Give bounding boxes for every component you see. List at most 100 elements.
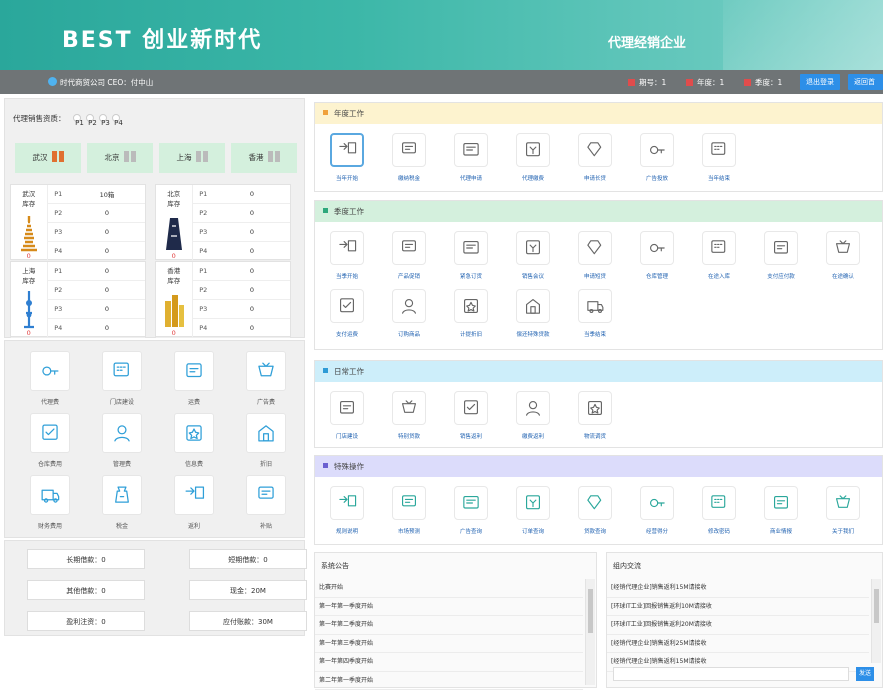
cost-icon [186, 425, 202, 441]
action-daily-4[interactable]: 物流调货 [565, 391, 625, 440]
action-annual-5[interactable]: 广告投放 [627, 133, 687, 182]
action-special-7[interactable]: 商业情报 [751, 486, 811, 535]
action-quarterly-0[interactable]: 当季开始 [317, 231, 377, 280]
cost-item[interactable]: 广告费 [236, 351, 296, 406]
action-annual-0[interactable]: 当年开始 [317, 133, 377, 182]
cost-item[interactable]: 门店建设 [92, 351, 152, 406]
action-annual-4[interactable]: 申请长贷 [565, 133, 625, 182]
info-bar: 时代商贸公司 CEO：付中山 期号：1 年度：1 季度：1 退出登录 返回首页 [0, 70, 883, 102]
city-tab-wuhan[interactable]: 武汉 [15, 143, 81, 173]
cost-item[interactable]: 财务费用 [20, 475, 80, 530]
action-annual-6[interactable]: 当年结束 [689, 133, 749, 182]
action-quarterly-8[interactable]: 在途确认 [813, 231, 873, 280]
stock-value: 0 [69, 280, 145, 301]
action-quarterly-7[interactable]: 支付应付款 [751, 231, 811, 280]
action-special-6[interactable]: 修改密码 [689, 486, 749, 535]
stock-value: 0 [69, 203, 145, 224]
action-daily-1[interactable]: 特别贷款 [379, 391, 439, 440]
action-quarterly-1[interactable]: 产品促销 [379, 231, 439, 280]
home-button[interactable]: 返回首页 [848, 74, 883, 102]
product-code: P4 [192, 241, 214, 261]
action-quarterly-4[interactable]: 申请短贷 [565, 231, 625, 280]
action-special-8[interactable]: 关于我们 [813, 486, 873, 535]
action-annual-1[interactable]: 缴纳税金 [379, 133, 439, 182]
logout-button[interactable]: 退出登录 [800, 74, 840, 90]
action-icon [340, 298, 354, 313]
action-special-4[interactable]: 贷款查询 [565, 486, 625, 535]
action-icon [463, 496, 479, 509]
special-panel-title: 特殊操作 [315, 456, 882, 477]
city-inventory-label: 上海 库存 0 [11, 262, 48, 338]
cost-item[interactable]: 仓库费用 [20, 413, 80, 468]
action-daily-0[interactable]: 门店建设 [317, 391, 377, 440]
chat-input[interactable] [613, 667, 849, 681]
action-icon [650, 243, 665, 253]
action-quarterly-10[interactable]: 订购商品 [379, 289, 439, 338]
company-icon [48, 77, 57, 86]
action-icon [339, 240, 357, 252]
product-code: P1 [47, 185, 69, 205]
action-special-3[interactable]: 订单查询 [503, 486, 563, 535]
action-icon [587, 495, 602, 510]
action-special-5[interactable]: 经营得分 [627, 486, 687, 535]
landmark-icon [23, 291, 34, 329]
notice-item: 第一年第二季度开始 [315, 616, 583, 635]
cost-item[interactable]: 税金 [92, 475, 152, 530]
product-code: P3 [192, 222, 214, 243]
action-quarterly-3[interactable]: 销售会议 [503, 231, 563, 280]
action-special-2[interactable]: 广告查询 [441, 486, 501, 535]
special-ops-panel: 特殊操作规则说明 市场预测 广告查询 订单查询 贷款查询 经营得分 修改密码 商业情报 关于我们 [314, 455, 883, 545]
city-tab-hongkong[interactable]: 香港 [231, 143, 297, 173]
cost-item[interactable]: 返利 [164, 475, 224, 530]
notice-scrollbar[interactable] [585, 579, 595, 685]
stock-value: 10箱 [69, 185, 145, 205]
stock-value: 0 [69, 241, 145, 261]
action-annual-3[interactable]: 代理缴费 [503, 133, 563, 182]
cost-item[interactable]: 运费 [164, 351, 224, 406]
cost-item[interactable]: 管理费 [92, 413, 152, 468]
notice-item: 第二年第一季度开始 [315, 672, 583, 690]
action-icon [774, 241, 788, 254]
city-tab-shanghai[interactable]: 上海 [159, 143, 225, 173]
action-daily-2[interactable]: 销售返利 [441, 391, 501, 440]
send-button[interactable]: 发送 [856, 667, 874, 681]
cost-icon [114, 425, 130, 442]
city-tab-beijing[interactable]: 北京 [87, 143, 153, 173]
quarterly-panel-title: 季度工作 [315, 201, 882, 222]
action-quarterly-13[interactable]: 当季结束 [565, 289, 625, 338]
action-icon [526, 495, 540, 510]
company-info: 时代商贸公司 CEO：付中山 [60, 78, 154, 87]
cost-item[interactable]: 补贴 [236, 475, 296, 530]
action-quarterly-11[interactable]: 计提折旧 [441, 289, 501, 338]
action-quarterly-6[interactable]: 在途入库 [689, 231, 749, 280]
product-code: P4 [47, 318, 69, 338]
action-special-0[interactable]: 规则说明 [317, 486, 377, 535]
action-icon [464, 299, 478, 313]
action-icon [339, 495, 357, 507]
action-icon [836, 240, 850, 253]
stock-value: 0 [214, 299, 290, 320]
banner-decoration [723, 0, 883, 70]
chat-message: [环球IT工业]回报销售返利20M请接收 [607, 616, 869, 635]
finance-field: 现金：20M [189, 580, 307, 600]
cost-item[interactable]: 信息费 [164, 413, 224, 468]
action-special-1[interactable]: 市场预测 [379, 486, 439, 535]
action-quarterly-12[interactable]: 偿还特殊贷款 [503, 289, 563, 338]
city-inventory-label: 北京 库存 0 [156, 185, 193, 261]
product-code: P3 [47, 222, 69, 243]
cost-panel: 代理费 门店建设 运费 广告费仓库费用 管理费 信息费 折旧财务费用 税金 返利 补贴 [4, 340, 305, 538]
action-icon [650, 498, 665, 508]
cost-item[interactable]: 代理费 [20, 351, 80, 406]
action-quarterly-9[interactable]: 支付运费 [317, 289, 377, 338]
action-daily-3[interactable]: 缴费返利 [503, 391, 563, 440]
action-annual-2[interactable]: 代理申请 [441, 133, 501, 182]
cost-item[interactable]: 折旧 [236, 413, 296, 468]
action-icon [526, 401, 540, 416]
action-icon [463, 241, 479, 254]
chat-scrollbar[interactable] [871, 579, 881, 663]
action-quarterly-5[interactable]: 仓库管理 [627, 231, 687, 280]
stock-value: 0 [214, 203, 290, 224]
brand-title: BEST 创业新时代 [62, 28, 263, 53]
action-quarterly-2[interactable]: 紧急订货 [441, 231, 501, 280]
cost-icon [113, 362, 129, 377]
